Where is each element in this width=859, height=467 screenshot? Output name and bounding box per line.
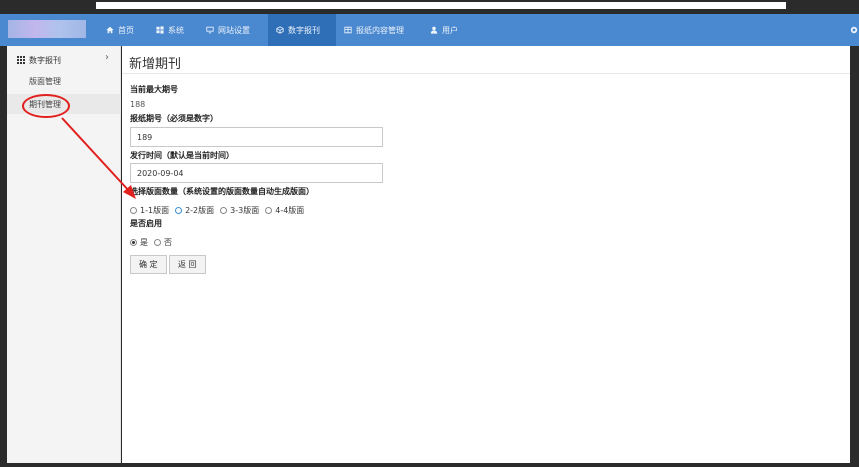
top-navbar: 首页 系统 网站设置 数字报刊 报纸内容管理 用户 <box>0 14 859 46</box>
pages-option-1[interactable]: 1-1版面 <box>130 205 169 216</box>
sidebar-item-label: 版面管理 <box>29 77 61 86</box>
nav-item-label: 用户 <box>442 25 458 35</box>
page-title: 新增期刊 <box>129 57 182 72</box>
enabled-option-label: 否 <box>164 238 172 247</box>
pages-option-4[interactable]: 4-4版面 <box>265 205 304 216</box>
sidebar-item-page-management[interactable]: 版面管理 <box>29 76 61 87</box>
nav-item-users[interactable]: 用户 <box>422 14 466 46</box>
radio-icon <box>130 207 137 214</box>
pages-option-label: 4-4版面 <box>275 206 305 215</box>
nav-item-home[interactable]: 首页 <box>98 14 142 46</box>
pages-option-label: 2-2版面 <box>185 206 215 215</box>
issue-number-input[interactable] <box>130 127 383 147</box>
main-content: 新增期刊 当前最大期号 188 报纸期号（必须是数字） 发行时间（默认是当前时间… <box>122 46 850 463</box>
nav-item-label: 系统 <box>168 25 184 35</box>
pages-option-label: 1-1版面 <box>140 206 170 215</box>
nav-item-site-settings[interactable]: 网站设置 <box>198 14 258 46</box>
monitor-icon <box>206 26 214 34</box>
current-max-label: 当前最大期号 <box>130 85 178 94</box>
enabled-option-label: 是 <box>140 238 148 247</box>
user-icon <box>430 26 438 34</box>
issue-number-label: 报纸期号（必须是数字） <box>130 114 218 123</box>
sidebar-header[interactable]: 数字报刊 <box>17 53 117 67</box>
windows-icon <box>156 26 164 34</box>
publish-date-label: 发行时间（默认是当前时间） <box>130 151 234 160</box>
back-button[interactable]: 返 回 <box>169 255 206 274</box>
nav-item-label: 报纸内容管理 <box>356 25 404 35</box>
pages-option-label: 3-3版面 <box>230 206 260 215</box>
address-strip <box>96 2 786 9</box>
nav-item-label: 首页 <box>118 25 134 35</box>
radio-icon <box>175 207 183 214</box>
annotation-circle <box>22 94 70 118</box>
pages-option-3[interactable]: 3-3版面 <box>220 205 259 216</box>
nav-item-system[interactable]: 系统 <box>148 14 192 46</box>
pages-count-radio-group: 1-1版面 2-2版面 3-3版面 4-4版面 <box>130 205 310 216</box>
radio-icon <box>130 239 137 246</box>
home-icon <box>106 26 114 34</box>
logo <box>8 20 86 38</box>
radio-icon <box>154 239 161 246</box>
confirm-button[interactable]: 确 定 <box>130 255 167 274</box>
enabled-option-yes[interactable]: 是 <box>130 237 148 248</box>
publish-date-input[interactable] <box>130 163 383 183</box>
pages-count-label: 选择版面数量（系统设置的版面数量自动生成版面） <box>130 187 314 196</box>
current-max-value: 188 <box>130 100 146 109</box>
sidebar-header-label: 数字报刊 <box>29 55 61 65</box>
pages-option-2[interactable]: 2-2版面 <box>175 205 214 216</box>
settings-icon[interactable] <box>849 25 859 35</box>
title-bar: 新增期刊 <box>122 46 850 74</box>
cube-icon <box>276 26 284 34</box>
enabled-radio-group: 是 否 <box>130 237 178 248</box>
nav-item-content-management[interactable]: 报纸内容管理 <box>336 14 412 46</box>
table-icon <box>344 26 352 34</box>
window-top-strip <box>0 0 859 14</box>
nav-item-label: 数字报刊 <box>288 25 320 35</box>
chevron-right-icon[interactable]: › <box>105 52 109 63</box>
nav-item-digital-newspaper[interactable]: 数字报刊 <box>268 14 336 46</box>
enabled-label: 是否启用 <box>130 219 162 228</box>
radio-icon <box>265 207 273 214</box>
radio-icon <box>220 207 228 214</box>
enabled-option-no[interactable]: 否 <box>154 237 172 248</box>
grid-icon <box>17 56 25 64</box>
nav-item-label: 网站设置 <box>218 25 250 35</box>
